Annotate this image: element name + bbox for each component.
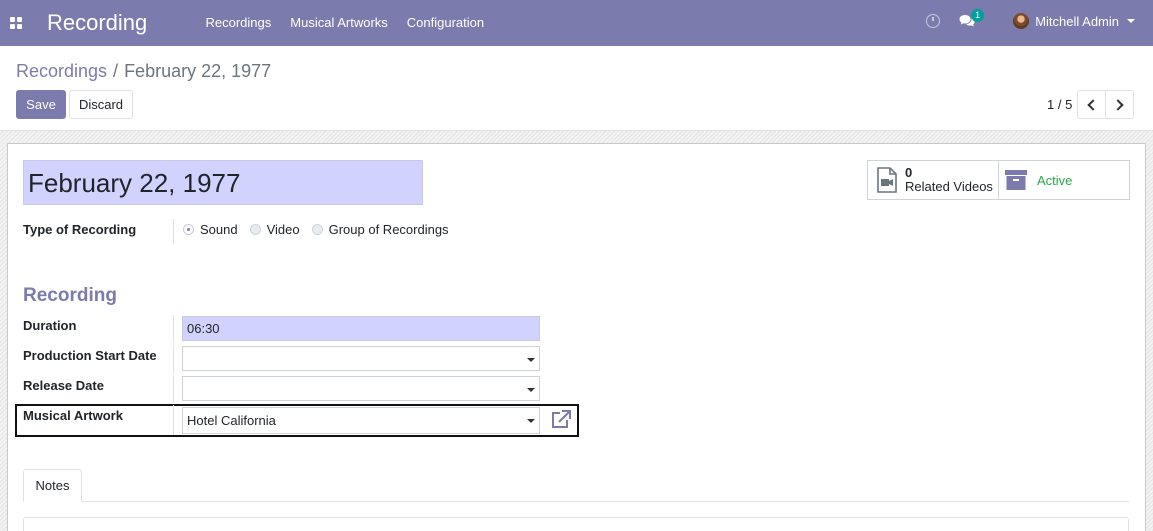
dropdown-caret-icon[interactable] — [527, 358, 535, 362]
field-separator — [173, 375, 174, 403]
chevron-left-icon — [1087, 98, 1099, 111]
notes-editor[interactable] — [23, 517, 1129, 531]
musical-artwork-label: Musical Artwork — [23, 408, 123, 423]
radio-video[interactable]: Video — [249, 222, 300, 237]
control-panel: Recordings / February 22, 1977 Save Disc… — [0, 46, 1153, 131]
top-navbar: Recording Recordings Musical Artworks Co… — [0, 0, 1153, 46]
app-title: Recording — [47, 10, 148, 35]
chevron-right-icon — [1112, 98, 1124, 111]
tabs-border — [23, 501, 1129, 502]
production-start-date-field[interactable] — [182, 346, 540, 371]
apps-menu-icon[interactable] — [10, 17, 22, 29]
tab-notes[interactable]: Notes — [23, 469, 82, 502]
dropdown-caret-icon[interactable] — [527, 388, 535, 392]
active-status-label: Active — [1037, 172, 1073, 188]
radio-unchecked-icon[interactable] — [249, 224, 261, 235]
systray: 1 Mitchell Admin — [926, 9, 1135, 29]
radio-group-of-recordings[interactable]: Group of Recordings — [311, 222, 449, 237]
field-separator — [173, 345, 174, 373]
active-toggle-button[interactable]: Active — [999, 161, 1129, 199]
menu-item-configuration[interactable]: Configuration — [397, 15, 493, 30]
menu-item-recordings[interactable]: Recordings — [196, 15, 281, 30]
release-date-field[interactable] — [182, 376, 540, 401]
user-menu-caret-icon[interactable] — [1127, 19, 1135, 23]
musical-artwork-field[interactable]: Hotel California — [182, 407, 540, 434]
menu-item-musical-artworks[interactable]: Musical Artworks — [281, 15, 398, 30]
activity-clock-icon[interactable] — [926, 14, 941, 28]
archive-icon — [1005, 170, 1027, 190]
smart-buttons: 0 Related Videos Active — [867, 160, 1130, 200]
related-videos-count: 0 — [905, 165, 913, 180]
user-avatar[interactable] — [1013, 13, 1030, 29]
production-start-date-label: Production Start Date — [23, 348, 157, 363]
user-name[interactable]: Mitchell Admin — [1035, 14, 1119, 29]
breadcrumb: Recordings / February 22, 1977 — [16, 61, 271, 82]
dropdown-caret-icon[interactable] — [527, 419, 535, 423]
discard-button[interactable]: Discard — [69, 90, 133, 119]
save-button[interactable]: Save — [16, 90, 66, 119]
duration-label: Duration — [23, 318, 77, 333]
related-videos-label: Related Videos — [905, 179, 993, 194]
breadcrumb-current: February 22, 1977 — [124, 61, 272, 81]
pager-value[interactable]: 1 / 5 — [1047, 97, 1072, 112]
type-of-recording-radio-group: Sound Video Group of Recordings — [183, 222, 461, 237]
duration-field[interactable]: 06:30 — [182, 316, 540, 341]
breadcrumb-separator: / — [113, 61, 119, 81]
radio-unchecked-icon[interactable] — [311, 224, 323, 235]
pager-previous-button[interactable] — [1077, 90, 1106, 119]
chat-icon[interactable]: 1 — [959, 9, 985, 28]
field-separator — [173, 219, 174, 244]
radio-checked-icon[interactable] — [183, 224, 194, 235]
external-link-icon[interactable] — [550, 409, 572, 429]
radio-sound[interactable]: Sound — [183, 222, 238, 237]
related-videos-button[interactable]: 0 Related Videos — [868, 161, 999, 199]
field-separator — [173, 405, 174, 435]
recording-name-field[interactable]: February 22, 1977 — [23, 160, 423, 205]
pager-next-button[interactable] — [1105, 90, 1134, 119]
video-file-icon — [877, 167, 897, 193]
recording-section-title: Recording — [23, 285, 117, 306]
main-menu: Recordings Musical Artworks Configuratio… — [196, 15, 494, 30]
chat-count-badge: 1 — [971, 9, 985, 22]
type-of-recording-label: Type of Recording — [23, 222, 137, 237]
breadcrumb-recordings-link[interactable]: Recordings — [16, 61, 107, 82]
field-separator — [173, 315, 174, 343]
release-date-label: Release Date — [23, 378, 104, 393]
